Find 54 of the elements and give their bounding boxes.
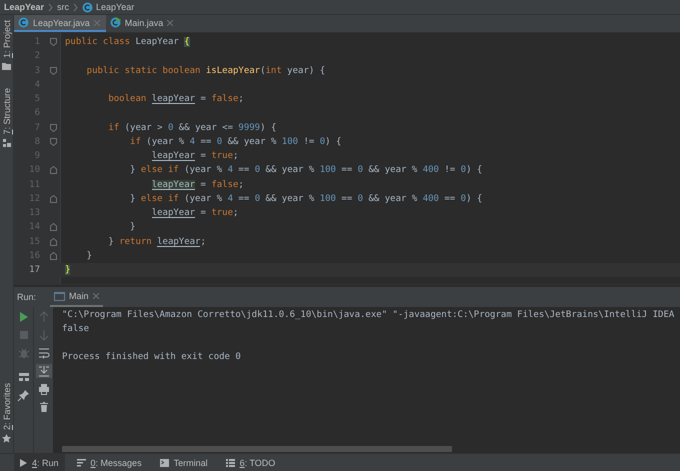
tool-window-button[interactable]: 2: Favorites <box>0 380 13 445</box>
run-tab[interactable]: Main <box>50 287 103 307</box>
pin-icon[interactable] <box>16 388 32 402</box>
code-line: if (year > 0 && year <= 9999) { <box>107 122 276 133</box>
fold-marker-icon[interactable] <box>50 124 57 132</box>
code-line: } <box>129 222 136 232</box>
breadcrumb-item[interactable]: src <box>57 2 70 12</box>
tool-window-tab[interactable]: Terminal <box>154 454 214 471</box>
console-line: "C:\Program Files\Amazon Corretto\jdk11.0.6_10\bin\java.exe" "-javaagent:C:\Program Files\JetBrains\IntelliJ IDEA <box>62 309 676 322</box>
code-line: public static boolean isLeapYear(int year) { <box>86 66 326 76</box>
code-line: if (year % 4 == 0 && year % 100 != 0) { <box>129 136 342 147</box>
fold-marker-icon[interactable] <box>50 252 57 260</box>
close-icon[interactable] <box>94 20 100 26</box>
editor-tab[interactable]: Main.java <box>106 15 180 32</box>
structure-icon <box>2 138 10 147</box>
horizontal-scrollbar[interactable] <box>62 446 452 452</box>
run-icon <box>20 458 27 466</box>
tool-window-button[interactable]: 7: Structure <box>0 86 13 149</box>
editor-tab[interactable]: LeapYear.java <box>14 15 106 32</box>
fold-marker-icon[interactable] <box>50 166 57 174</box>
console-icon <box>54 292 66 300</box>
close-icon[interactable] <box>92 293 99 299</box>
fold-marker-icon[interactable] <box>50 38 57 46</box>
fold-marker-icon[interactable] <box>50 238 57 246</box>
run-label: Run: <box>17 292 36 302</box>
messages-icon <box>76 458 86 466</box>
scroll-to-end-icon[interactable] <box>36 364 52 378</box>
fold-marker-icon[interactable] <box>50 138 57 146</box>
code-line: public class LeapYear { <box>65 37 190 48</box>
chevron-icon <box>48 2 54 12</box>
code-line: } else if (year % 4 == 0 && year % 100 == 0 && year % 400 != 0) { <box>129 165 482 176</box>
close-icon[interactable] <box>167 20 174 26</box>
chevron-icon <box>73 2 78 12</box>
console-line: Process finished with exit code 0 <box>62 351 242 364</box>
tool-window-tab[interactable]: 4: Run <box>14 454 65 471</box>
breadcrumb-item[interactable]: LeapYear <box>4 2 44 12</box>
list-icon <box>226 458 235 466</box>
folder-icon <box>2 62 11 70</box>
class-icon <box>18 17 29 28</box>
star-icon <box>2 434 11 443</box>
tool-window-tab[interactable]: 0: Messages <box>70 454 148 471</box>
fold-marker-icon[interactable] <box>50 223 57 232</box>
code-line: } <box>86 250 92 261</box>
terminal-icon <box>160 458 169 466</box>
tool-window-button[interactable]: 1: Project <box>0 18 13 72</box>
fold-marker-icon[interactable] <box>50 194 57 203</box>
line-number: 17 <box>28 264 41 277</box>
fold-marker-icon[interactable] <box>50 66 57 75</box>
code-line: boolean leapYear = false; <box>107 94 244 104</box>
code-line: } else if (year % 4 == 0 && year % 100 == 0 && year % 400 == 0) { <box>129 194 482 204</box>
tool-window-tab[interactable]: 6: TODO <box>220 454 282 471</box>
console-line: false <box>62 323 90 336</box>
breadcrumb-item[interactable]: LeapYear <box>82 2 134 12</box>
code-line: } return leapYear; <box>107 236 206 247</box>
